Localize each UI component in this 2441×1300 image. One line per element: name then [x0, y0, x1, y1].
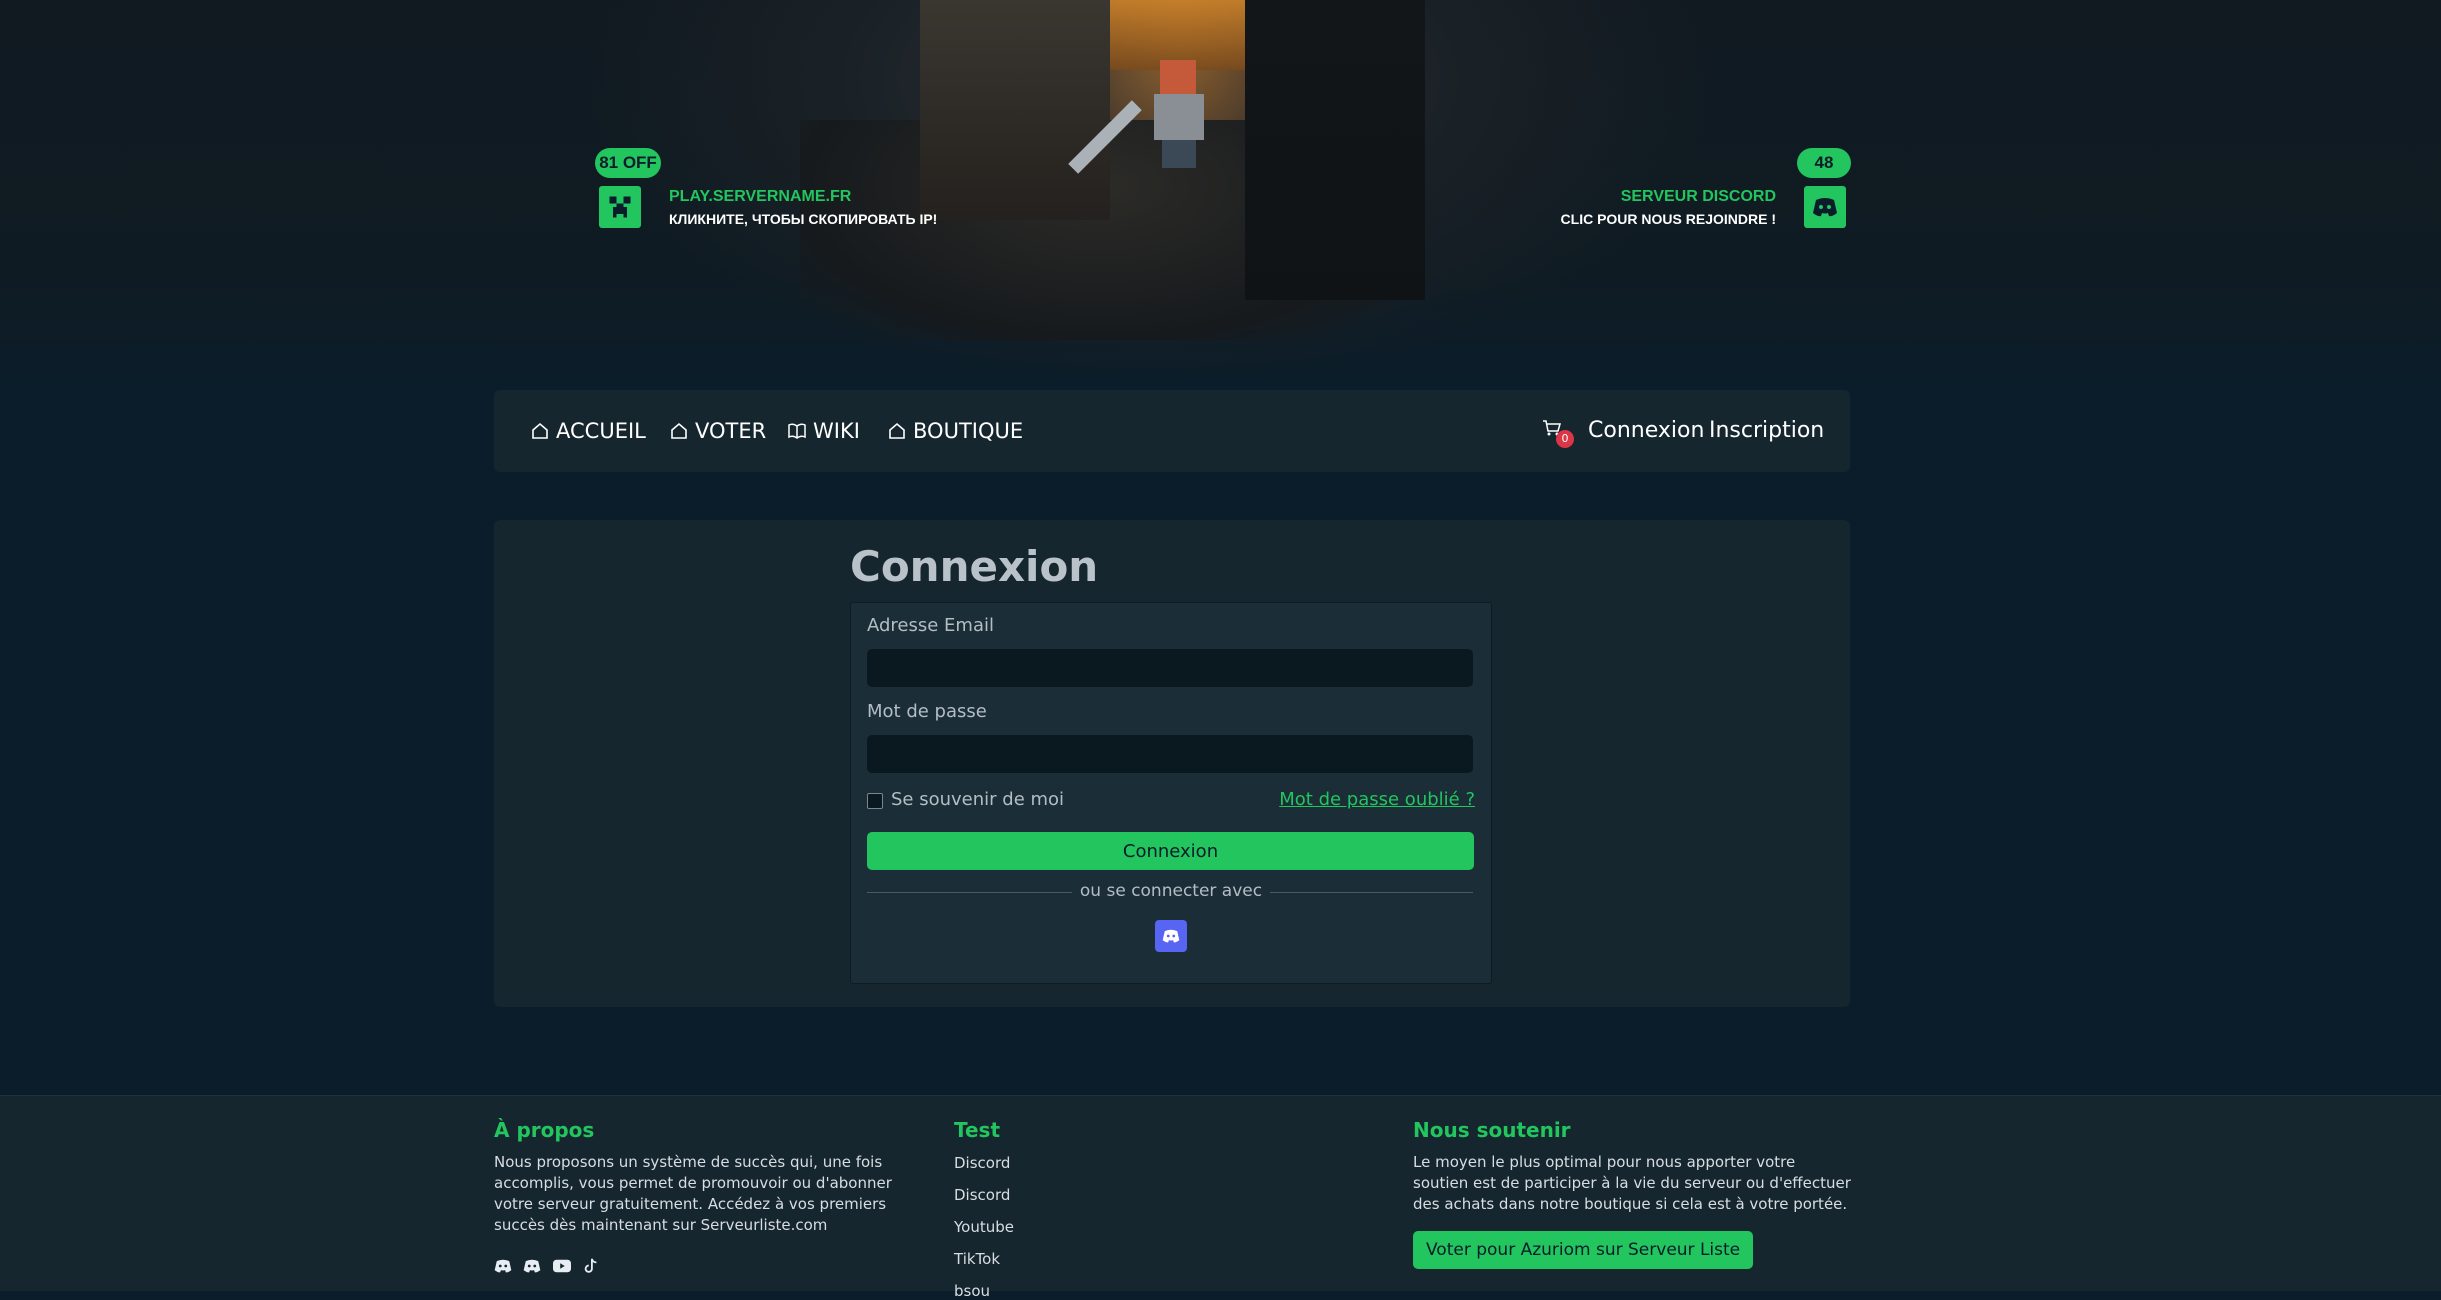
cart-button[interactable]: 0: [1542, 418, 1574, 448]
separator: ou se connecter avec: [851, 881, 1491, 901]
password-label: Mot de passe: [867, 701, 987, 722]
discord-login-button[interactable]: [1155, 920, 1187, 952]
nav-login-link[interactable]: Connexion: [1588, 390, 1704, 472]
cart-count-badge: 0: [1556, 430, 1574, 448]
nav-item-boutique[interactable]: BOUTIQUE: [887, 390, 1023, 472]
footer-links-title: Test: [954, 1118, 1001, 1142]
youtube-icon[interactable]: [553, 1257, 571, 1275]
remember-checkbox[interactable]: [867, 793, 883, 809]
discord-icon: [1162, 929, 1180, 943]
nav-item-label: VOTER: [695, 419, 767, 443]
hero-pillar-art: [920, 0, 1110, 220]
discord-count-badge: 48: [1797, 148, 1851, 178]
footer-about-text: Nous proposons un système de succès qui,…: [494, 1153, 892, 1234]
discord-icon[interactable]: [494, 1257, 512, 1275]
hero-banner: 81 OFF PLAY.SERVERNAME.FR КЛИКНИТЕ, ЧТОБ…: [0, 0, 2441, 390]
footer-about-title: À propos: [494, 1118, 595, 1142]
footer-link-extra[interactable]: bsou: [954, 1282, 990, 1300]
player-count-badge: 81 OFF: [595, 148, 661, 178]
server-ip-title[interactable]: PLAY.SERVERNAME.FR: [669, 188, 851, 206]
footer-link-discord[interactable]: Discord: [954, 1154, 1010, 1172]
hero-wall-art: [1245, 0, 1425, 300]
separator-text: ou se connecter avec: [1071, 881, 1271, 901]
vote-serveur-liste-button[interactable]: Voter pour Azuriom sur Serveur Liste: [1413, 1231, 1754, 1269]
hero-character-art: [1140, 60, 1220, 170]
nav-item-label: ACCUEIL: [556, 419, 646, 443]
page-title: Connexion: [850, 542, 1099, 591]
main-navbar: ACCUEIL VOTER WIKI BOUTIQUE 0 Connexion …: [494, 390, 1850, 472]
discord-title[interactable]: SERVEUR DISCORD: [1621, 188, 1776, 206]
tiktok-icon[interactable]: [582, 1257, 600, 1275]
email-field[interactable]: [867, 649, 1473, 687]
login-card: Connexion Adresse Email Mot de passe Se …: [494, 520, 1850, 1007]
nav-item-accueil[interactable]: ACCUEIL: [530, 390, 646, 472]
home-icon: [671, 422, 687, 439]
home-icon: [889, 422, 905, 439]
login-submit-button[interactable]: Connexion: [867, 832, 1474, 870]
creeper-icon[interactable]: [599, 186, 641, 228]
footer-link-tiktok[interactable]: TikTok: [954, 1250, 1000, 1268]
book-icon: [788, 423, 806, 439]
nav-item-voter[interactable]: VOTER: [669, 390, 766, 472]
discord-icon[interactable]: [523, 1257, 541, 1275]
home-icon: [532, 422, 548, 439]
footer-link-youtube[interactable]: Youtube: [954, 1218, 1014, 1236]
server-ip-subtitle[interactable]: КЛИКНИТЕ, ЧТОБЫ СКОПИРОВАТЬ IP!: [669, 211, 937, 227]
nav-item-wiki[interactable]: WIKI: [787, 390, 860, 472]
nav-register-link[interactable]: Inscription: [1709, 390, 1824, 472]
remember-label: Se souvenir de moi: [891, 789, 1065, 810]
forgot-password-link[interactable]: Mot de passe oublié ?: [1279, 789, 1475, 810]
nav-item-label: WIKI: [813, 419, 860, 443]
discord-subtitle[interactable]: CLIC POUR NOUS REJOINDRE !: [1561, 211, 1776, 227]
nav-item-label: BOUTIQUE: [913, 419, 1024, 443]
email-label: Adresse Email: [867, 615, 994, 636]
footer-support-title: Nous soutenir: [1413, 1118, 1571, 1142]
login-form: Adresse Email Mot de passe Se souvenir d…: [850, 602, 1492, 984]
footer: À propos Nous proposons un système de su…: [0, 1095, 2441, 1300]
discord-icon[interactable]: [1804, 186, 1846, 228]
footer-link-discord-2[interactable]: Discord: [954, 1186, 1010, 1204]
footer-support-text: Le moyen le plus optimal pour nous appor…: [1413, 1153, 1851, 1213]
password-field[interactable]: [867, 735, 1473, 773]
